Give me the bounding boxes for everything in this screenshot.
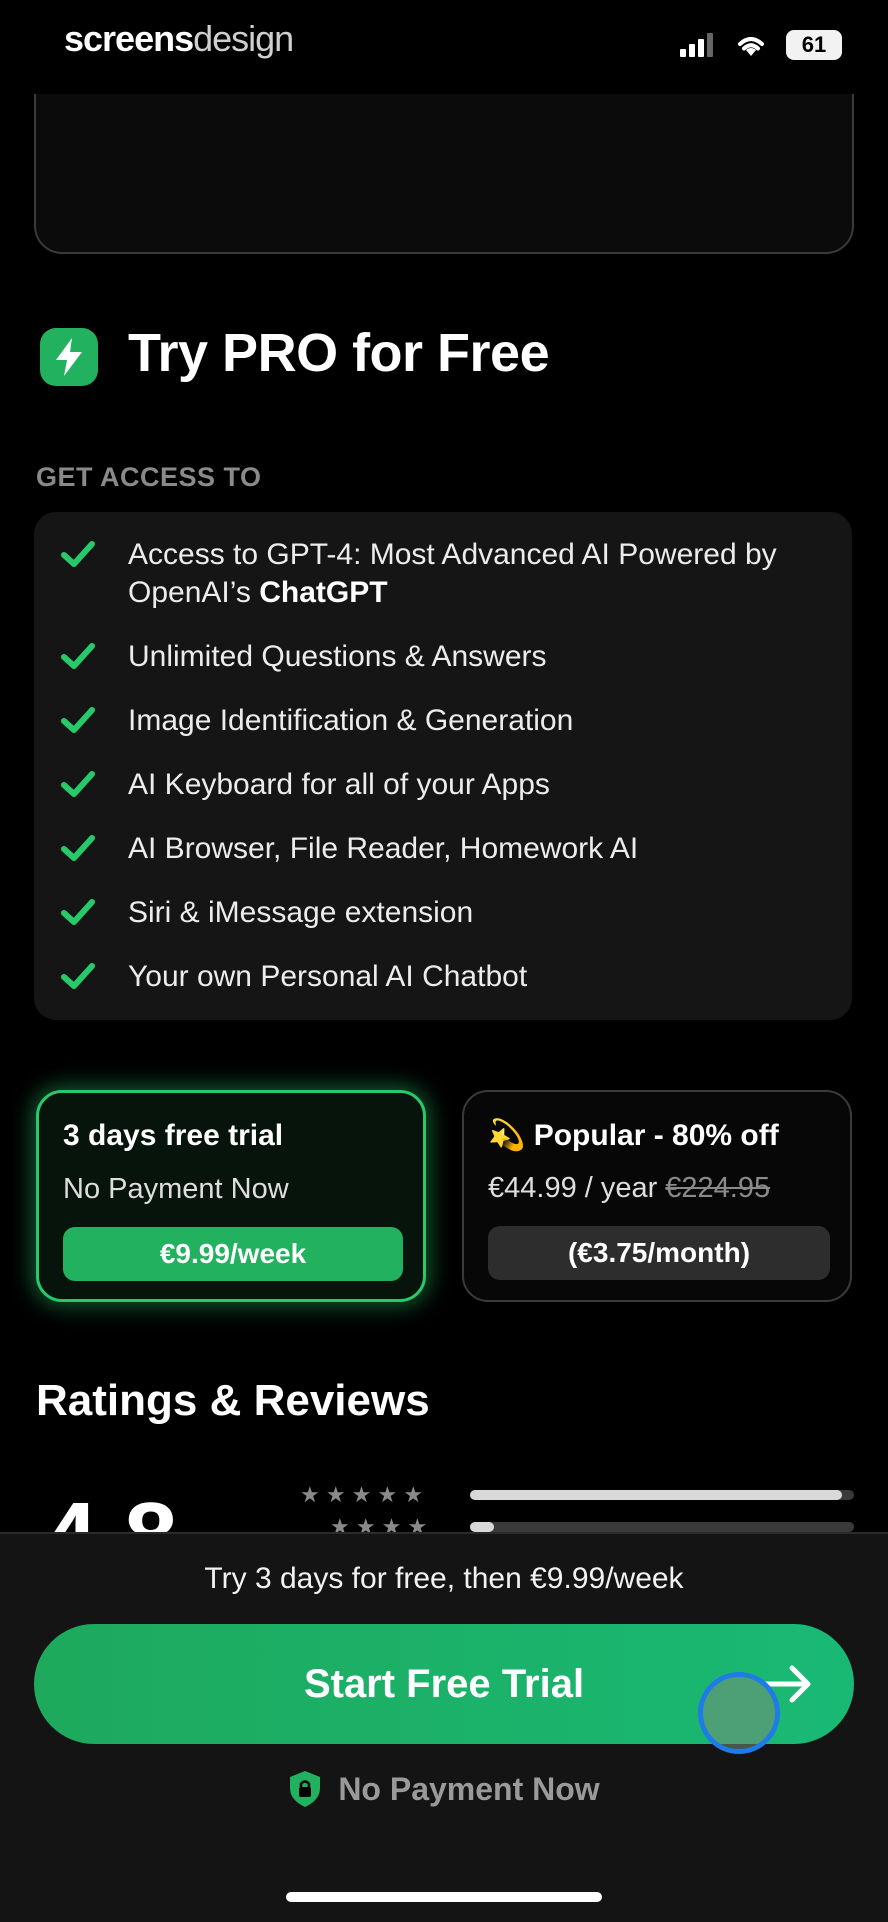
feature-text: AI Browser, File Reader, Homework AI [128, 832, 639, 865]
check-icon [60, 536, 100, 572]
ratings-title: Ratings & Reviews [36, 1376, 430, 1425]
wifi-icon [738, 37, 764, 56]
feature-item: Image Identification & Generation [60, 702, 838, 740]
features-list: Access to GPT-4: Most Advanced AI Powere… [34, 512, 852, 1020]
check-icon [60, 958, 100, 994]
plan-trial-subtitle: No Payment Now [63, 1173, 289, 1205]
feature-text: Your own Personal AI Chatbot [128, 960, 528, 993]
check-icon [60, 830, 100, 866]
page-title: Try PRO for Free [128, 323, 550, 383]
plan-trial-title: 3 days free trial [63, 1119, 284, 1152]
plan-popular-card[interactable]: 💫 Popular - 80% off €44.99 / year €224.95… [462, 1090, 852, 1302]
check-icon [60, 702, 100, 738]
signal-icon [680, 33, 713, 57]
feature-text: AI Keyboard for all of your Apps [128, 768, 550, 801]
feature-text: Image Identification & Generation [128, 704, 574, 737]
check-icon [60, 766, 100, 802]
no-payment-note: No Payment Now [0, 1770, 888, 1808]
plan-popular-monthly: (€3.75/month) [488, 1226, 830, 1280]
check-icon [60, 894, 100, 930]
section-label: GET ACCESS TO [36, 462, 262, 492]
home-indicator[interactable] [286, 1892, 602, 1902]
feature-text: Access to GPT-4: Most Advanced AI Powere… [128, 538, 777, 609]
sparkle-icon: 💫 [488, 1119, 526, 1152]
rating-bar-4 [470, 1522, 494, 1532]
rating-bar-4-track [470, 1522, 854, 1532]
feature-item: Unlimited Questions & Answers [60, 638, 838, 676]
feature-item: Access to GPT-4: Most Advanced AI Powere… [60, 536, 838, 612]
plan-trial-card[interactable]: 3 days free trial No Payment Now €9.99/w… [36, 1090, 426, 1302]
plan-trial-price: €9.99/week [63, 1227, 403, 1281]
status-bar-overlay: 61 [680, 30, 842, 60]
touch-indicator [698, 1672, 780, 1754]
feature-item: AI Browser, File Reader, Homework AI [60, 830, 838, 868]
feature-item: Siri & iMessage extension [60, 894, 838, 932]
lightning-icon [40, 328, 98, 386]
stars-5: ★ ★ ★ ★ ★ [300, 1482, 424, 1507]
shield-lock-icon [290, 1771, 321, 1807]
cta-label: Start Free Trial [303, 1661, 585, 1706]
rating-bar-5 [470, 1490, 842, 1500]
check-icon [60, 638, 100, 674]
plan-popular-price: €44.99 / year €224.95 [488, 1172, 771, 1204]
plan-popular-title: 💫 Popular - 80% off [488, 1119, 779, 1152]
brand-logo-overlay: screensdesign [64, 18, 294, 59]
trial-terms: Try 3 days for free, then €9.99/week [204, 1562, 684, 1595]
battery-icon: 61 [786, 30, 842, 60]
feature-item: AI Keyboard for all of your Apps [60, 766, 838, 804]
feature-text: Unlimited Questions & Answers [128, 640, 547, 673]
plan-popular-old-price: €224.95 [665, 1172, 771, 1204]
feature-item: Your own Personal AI Chatbot [60, 958, 838, 996]
feature-text: Siri & iMessage extension [128, 896, 474, 929]
